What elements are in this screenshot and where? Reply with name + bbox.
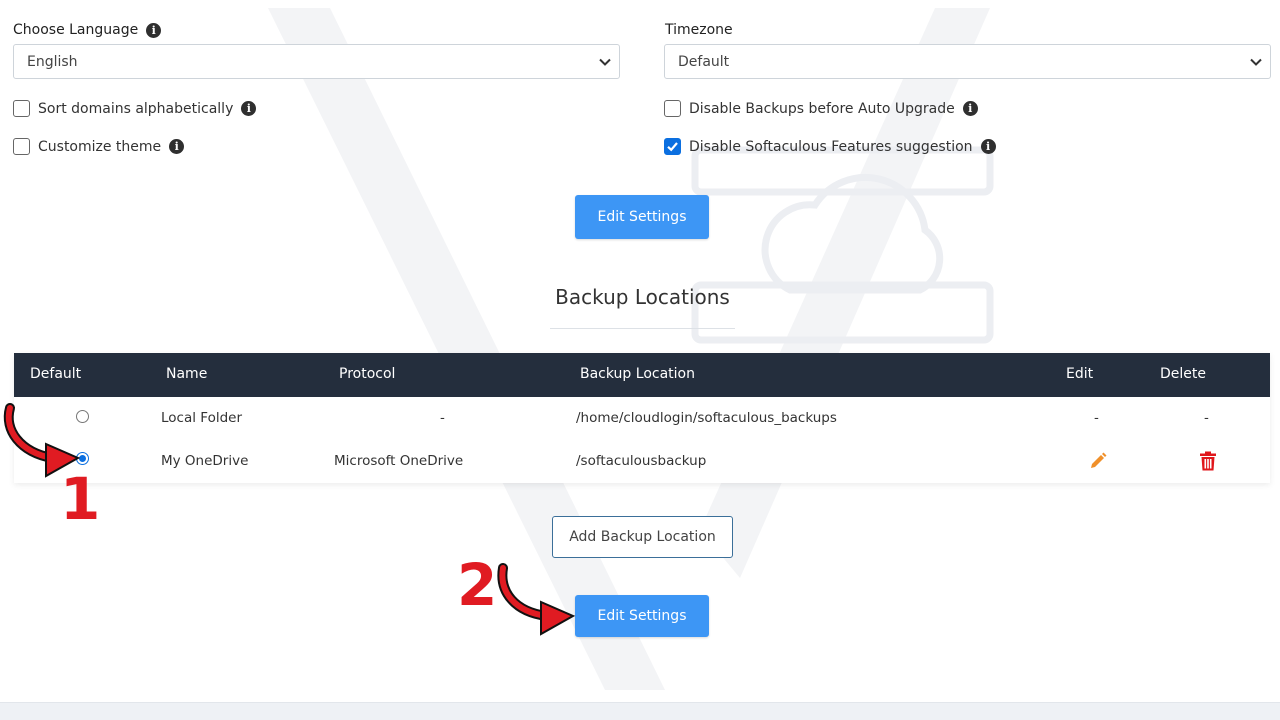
language-label: Choose Language i bbox=[13, 22, 162, 38]
row-protocol: Microsoft OneDrive bbox=[334, 453, 464, 469]
row-protocol: - bbox=[440, 410, 445, 426]
row-location: /softaculousbackup bbox=[576, 453, 707, 469]
divider bbox=[550, 328, 735, 329]
column-header-edit: Edit bbox=[1066, 366, 1094, 382]
annotation-arrow-2 bbox=[497, 563, 576, 636]
row-delete: - bbox=[1204, 410, 1209, 426]
disable-suggestions-label: Disable Softaculous Features suggestion bbox=[689, 138, 973, 155]
edit-settings-button-top[interactable]: Edit Settings bbox=[575, 195, 709, 239]
timezone-label-text: Timezone bbox=[665, 22, 733, 38]
info-icon[interactable]: i bbox=[980, 139, 996, 154]
disable-suggestions-checkbox[interactable] bbox=[664, 138, 681, 155]
timezone-select[interactable]: Default bbox=[664, 44, 1271, 79]
chevron-down-icon bbox=[599, 58, 611, 66]
timezone-label: Timezone bbox=[665, 22, 733, 38]
sort-domains-option[interactable]: Sort domains alphabetically i bbox=[13, 100, 257, 117]
info-icon[interactable]: i bbox=[241, 101, 257, 116]
disable-backups-label: Disable Backups before Auto Upgrade bbox=[689, 100, 955, 117]
annotation-number-2: 2 bbox=[457, 551, 498, 619]
backup-locations-table: Default Name Protocol Backup Location Ed… bbox=[14, 353, 1270, 483]
row-edit: - bbox=[1094, 410, 1099, 426]
language-select-value: English bbox=[27, 53, 78, 70]
disable-suggestions-option[interactable]: Disable Softaculous Features suggestion … bbox=[664, 138, 996, 155]
pencil-icon[interactable] bbox=[1088, 451, 1108, 471]
footer-strip bbox=[0, 702, 1280, 720]
row-name: My OneDrive bbox=[161, 453, 249, 469]
info-icon[interactable]: i bbox=[962, 101, 978, 116]
column-header-name: Name bbox=[166, 366, 208, 382]
disable-backups-checkbox[interactable] bbox=[664, 100, 681, 117]
language-select[interactable]: English bbox=[13, 44, 620, 79]
column-header-location: Backup Location bbox=[580, 366, 695, 382]
customize-theme-checkbox[interactable] bbox=[13, 138, 30, 155]
info-icon[interactable]: i bbox=[146, 22, 162, 38]
sort-domains-checkbox[interactable] bbox=[13, 100, 30, 117]
customize-theme-label: Customize theme bbox=[38, 138, 162, 155]
disable-backups-option[interactable]: Disable Backups before Auto Upgrade i bbox=[664, 100, 978, 117]
add-backup-location-button[interactable]: Add Backup Location bbox=[552, 516, 733, 558]
row-name: Local Folder bbox=[161, 410, 242, 426]
info-icon[interactable]: i bbox=[169, 139, 185, 154]
annotation-number-1: 1 bbox=[60, 465, 101, 533]
table-header: Default Name Protocol Backup Location Ed… bbox=[14, 353, 1270, 397]
language-label-text: Choose Language bbox=[13, 22, 139, 38]
checkmark-icon bbox=[667, 142, 678, 152]
chevron-down-icon bbox=[1250, 58, 1262, 66]
timezone-select-value: Default bbox=[678, 53, 730, 70]
column-header-default: Default bbox=[30, 366, 82, 382]
column-header-protocol: Protocol bbox=[339, 366, 396, 382]
section-title: Backup Locations bbox=[555, 285, 730, 309]
edit-settings-button-bottom[interactable]: Edit Settings bbox=[575, 595, 709, 637]
sort-domains-label: Sort domains alphabetically bbox=[38, 100, 234, 117]
trash-icon[interactable] bbox=[1199, 451, 1217, 471]
customize-theme-option[interactable]: Customize theme i bbox=[13, 138, 185, 155]
column-header-delete: Delete bbox=[1160, 366, 1206, 382]
row-location: /home/cloudlogin/softaculous_backups bbox=[576, 410, 837, 426]
